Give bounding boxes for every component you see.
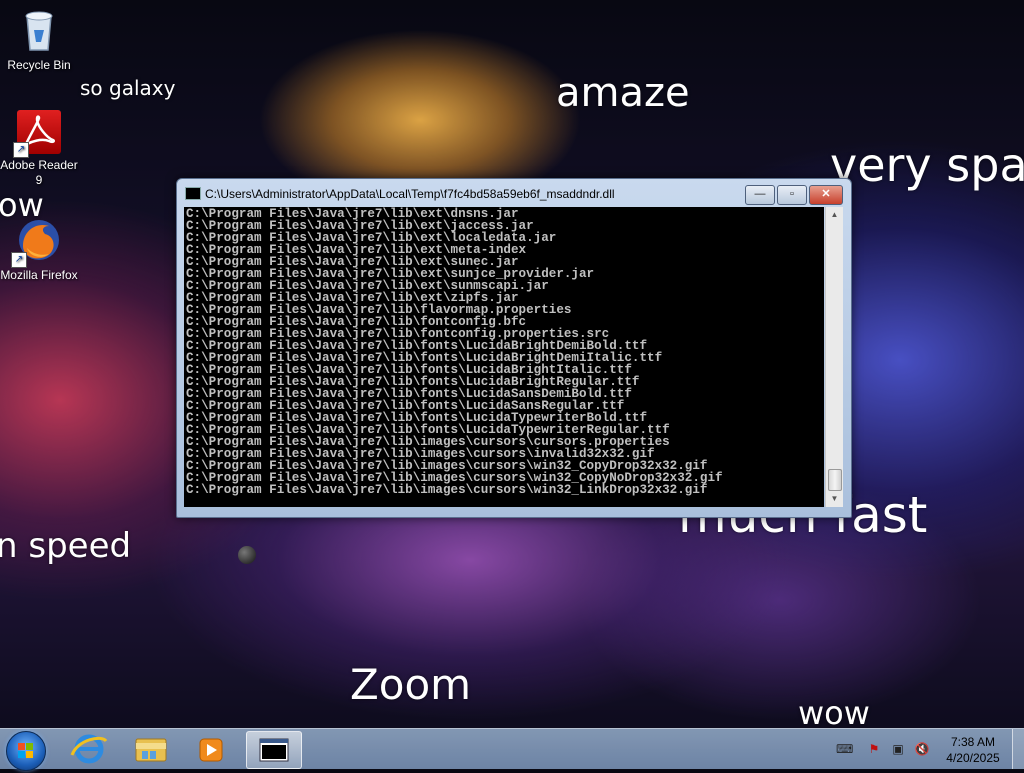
clock-date: 4/20/2025 [946, 751, 1000, 765]
console-window[interactable]: C:\Users\Administrator\AppData\Local\Tem… [176, 178, 852, 518]
taskbar-console-window[interactable] [246, 731, 302, 769]
window-titlebar[interactable]: C:\Users\Administrator\AppData\Local\Tem… [177, 179, 851, 207]
vertical-scrollbar[interactable]: ▲ ▼ [825, 207, 843, 507]
desktop-icon-adobe-reader[interactable]: ↗ Adobe Reader 9 [0, 110, 78, 188]
console-window-icon [259, 738, 289, 762]
keyboard-icon[interactable]: ⌨ [836, 742, 853, 756]
show-desktop-button[interactable] [1012, 729, 1024, 769]
volume-muted-icon[interactable]: 🔇 [914, 742, 930, 756]
desktop-icon-label: Recycle Bin [7, 58, 71, 72]
clock-time: 7:38 AM [950, 735, 996, 749]
scroll-down-arrow-icon[interactable]: ▼ [826, 491, 843, 507]
action-center-flag-icon[interactable]: ⚑ [866, 742, 882, 756]
network-icon[interactable]: ▣ [890, 742, 906, 756]
console-text: C:\Program Files\Java\jre7\lib\ext\dnsns… [184, 207, 824, 497]
scrollbar-thumb[interactable] [828, 469, 842, 491]
scroll-up-arrow-icon[interactable]: ▲ [826, 207, 843, 223]
firefox-icon: ↗ [11, 216, 63, 268]
console-line: C:\Program Files\Java\jre7\lib\images\cu… [186, 483, 708, 497]
media-player-icon [199, 738, 223, 762]
desktop-icon-firefox[interactable]: ↗ Mozilla Firefox [0, 216, 78, 283]
wallpaper-text-zoom: Zoom [350, 660, 472, 709]
taskbar-internet-explorer[interactable] [62, 731, 116, 767]
planet-decoration [238, 546, 256, 564]
maximize-button[interactable]: ▫ [777, 185, 807, 205]
wallpaper-text-very-spa: very spa [830, 138, 1024, 192]
console-icon [185, 187, 201, 200]
desktop-icon-label: Mozilla Firefox [0, 268, 78, 282]
wallpaper-text-speed: n speed [0, 526, 132, 566]
shortcut-arrow-icon: ↗ [13, 142, 29, 158]
internet-explorer-icon [70, 734, 108, 764]
taskbar-file-explorer[interactable] [124, 731, 178, 767]
start-button[interactable] [6, 731, 46, 771]
clock[interactable]: 7:38 AM 4/20/2025 [938, 734, 1008, 766]
desktop-icon-recycle-bin[interactable]: Recycle Bin [0, 6, 78, 73]
taskbar: ⌨ ⚑ ▣ 🔇 7:38 AM 4/20/2025 [0, 728, 1024, 771]
windows-logo-icon [18, 743, 34, 759]
adobe-reader-icon: ↗ [13, 110, 61, 158]
close-button[interactable]: ✕ [809, 185, 843, 205]
wallpaper-text-wow-bottom: wow [798, 694, 870, 732]
console-output[interactable]: C:\Program Files\Java\jre7\lib\ext\dnsns… [184, 207, 824, 507]
recycle-bin-icon [15, 6, 63, 54]
window-title: C:\Users\Administrator\AppData\Local\Tem… [205, 187, 615, 201]
wallpaper-text-so-galaxy: so galaxy [80, 76, 176, 100]
minimize-button[interactable]: — [745, 185, 775, 205]
file-explorer-icon [135, 738, 167, 762]
wallpaper-text-amaze: amaze [556, 70, 690, 116]
taskbar-media-player[interactable] [184, 731, 238, 767]
desktop-icon-label: Adobe Reader 9 [0, 158, 78, 187]
shortcut-arrow-icon: ↗ [11, 252, 27, 268]
